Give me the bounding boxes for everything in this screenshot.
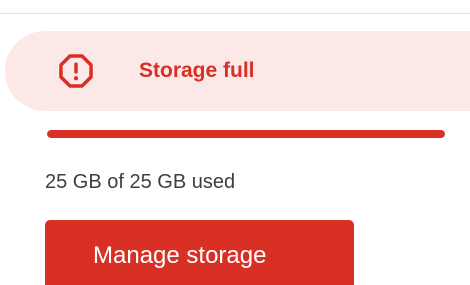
storage-progress-fill [47, 130, 445, 138]
divider [0, 13, 470, 14]
storage-panel: Storage full 25 GB of 25 GB used Manage … [0, 0, 470, 285]
manage-storage-label: Manage storage [93, 242, 267, 269]
storage-usage-text: 25 GB of 25 GB used [45, 171, 236, 193]
storage-progress-bar [47, 130, 445, 138]
warning-octagon-icon [57, 52, 95, 90]
manage-storage-button[interactable]: Manage storage [45, 220, 354, 285]
storage-full-alert: Storage full [5, 31, 470, 111]
alert-title: Storage full [139, 59, 255, 82]
